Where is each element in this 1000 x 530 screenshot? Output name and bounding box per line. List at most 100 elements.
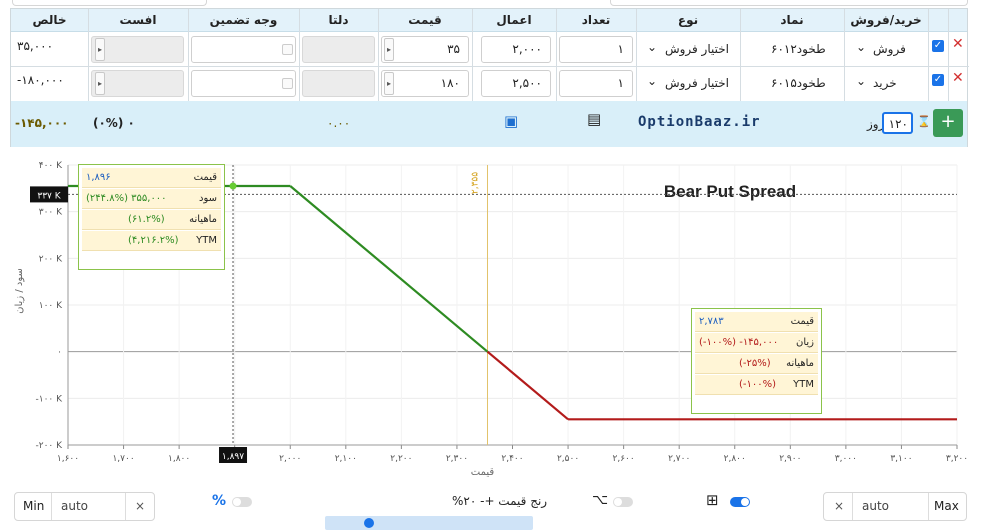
row-enabled-checkbox[interactable]: ✓	[932, 74, 944, 86]
x-tick-label: ۲,۲۰۰	[390, 454, 412, 464]
y-tick-label: ۰	[57, 348, 62, 358]
side-select-value: فروش	[873, 42, 906, 56]
qty-input[interactable]: ۱	[559, 70, 633, 97]
x-tick-label: ۱,۸۰۰	[168, 454, 190, 464]
x-tick-label: ۲,۷۰۰	[668, 454, 690, 464]
tooltip-pl-label: زیان	[795, 337, 814, 348]
min-control: Min auto ×	[14, 492, 155, 521]
tooltip-monthly: (-۲۵%)	[739, 358, 771, 369]
delta-input[interactable]	[302, 36, 375, 63]
min-clear-icon[interactable]: ×	[135, 499, 145, 513]
net-value: ۳۵,۰۰۰	[17, 39, 54, 53]
grid-toggle[interactable]	[730, 497, 750, 507]
price-spinner[interactable]: ▸	[384, 38, 394, 61]
cursor-x-label: ۱,۸۹۷	[222, 452, 244, 462]
tooltip-ytm: (-۱۰۰%)	[739, 379, 777, 390]
net-total: -۱۴۵,۰۰۰	[15, 116, 69, 130]
y-tick-label: ۱۰۰ K	[39, 301, 63, 311]
range-slider-thumb[interactable]	[364, 518, 374, 528]
symbol-value: طخود۶۰۱۲	[771, 42, 826, 56]
delete-row-icon[interactable]: ✕	[952, 70, 964, 86]
max-control: × auto Max	[823, 492, 967, 521]
x-tick-label: ۲,۸۰۰	[724, 454, 746, 464]
positions-table: خالص افست وجه تضمین دلتا قیمت اعمال تعدا…	[10, 8, 969, 147]
theta-spinner[interactable]: ▸	[95, 72, 105, 95]
theta-spinner[interactable]: ▸	[95, 38, 105, 61]
x-tick-label: ۲,۶۰۰	[613, 454, 635, 464]
summary-row: -۱۴۵,۰۰۰ (۰%) ۰ ۰.۰۰ ▣ ▤ OptionBaaz.ir ر…	[11, 101, 967, 147]
break-even-label: ۲,۳۵۵	[470, 172, 480, 194]
row-enabled-checkbox[interactable]: ✓	[932, 40, 944, 52]
header-margin: وجه تضمین	[188, 9, 299, 32]
min-label: Min	[23, 499, 45, 513]
range-slider[interactable]	[325, 516, 533, 530]
percent-toggle[interactable]	[232, 497, 252, 507]
brand-text: OptionBaaz.ir	[638, 114, 761, 130]
margin-checkbox[interactable]	[282, 44, 293, 55]
chevron-down-icon: ⌄	[647, 40, 658, 54]
delete-row-icon[interactable]: ✕	[952, 36, 964, 52]
tooltip-monthly-label: ماهیانه	[786, 358, 814, 369]
x-tick-label: ۲,۰۰۰	[279, 454, 301, 464]
type-select-value: اختیار فروش	[664, 76, 729, 90]
symbol-value: طخود۶۰۱۵	[771, 76, 826, 90]
y-tick-label: ۴۰۰ K	[39, 161, 63, 171]
price-spinner[interactable]: ▸	[384, 72, 394, 95]
strike-input[interactable]: ۲,۵۰۰	[481, 70, 551, 97]
y-tick-label: ۳۰۰ K	[39, 208, 63, 218]
price-input[interactable]: ۳۵	[381, 36, 469, 63]
tooltip-monthly-label: ماهیانه	[189, 214, 217, 225]
margin-input[interactable]	[191, 36, 296, 63]
header-side: خرید/فروش	[844, 9, 928, 32]
days-input[interactable]: ۱۲۰	[882, 112, 913, 134]
y-tick-label: -۱۰۰ K	[35, 394, 63, 404]
x-tick-label: ۳,۱۰۰	[890, 454, 912, 464]
header-symbol: نماد	[740, 9, 844, 32]
header-net: خالص	[11, 9, 88, 32]
max-input[interactable]: auto	[862, 499, 889, 513]
price-input[interactable]: ۱۸۰	[381, 70, 469, 97]
header-type: نوع	[636, 9, 740, 32]
report-icon[interactable]: ▤	[587, 110, 601, 128]
x-tick-label: ۲,۳۰۰	[446, 454, 468, 464]
tooltip-pl: (-۱۰۰%) -۱۴۵,۰۰۰	[699, 337, 779, 348]
payoff-segment	[486, 350, 569, 421]
y-axis-label: سود / زیان	[14, 268, 25, 314]
range-label: رنج قیمت +- ۲۰%	[452, 494, 548, 508]
min-input[interactable]: auto	[61, 499, 88, 513]
type-select[interactable]: اختیار فروش	[651, 76, 729, 90]
percent-total: (۰%) ۰	[93, 116, 135, 130]
type-select[interactable]: اختیار فروش	[651, 42, 729, 56]
margin-input[interactable]	[191, 70, 296, 97]
add-row-button[interactable]: +	[933, 109, 963, 137]
chevron-down-icon: ⌄	[856, 40, 867, 54]
x-tick-label: ۱,۷۰۰	[112, 454, 134, 464]
header-theta: افست	[88, 9, 188, 32]
cursor-y-label: ۳۳۷ K	[37, 191, 61, 201]
net-value: -۱۸۰,۰۰۰	[17, 73, 64, 87]
x-axis-label: قیمت	[471, 467, 495, 478]
header-price: قیمت	[378, 9, 472, 32]
top-box-right	[610, 0, 968, 6]
x-tick-label: ۳,۰۰۰	[835, 454, 857, 464]
curve-toggle[interactable]	[613, 497, 633, 507]
margin-checkbox[interactable]	[282, 78, 293, 89]
tooltip-pl-label: سود	[199, 193, 217, 204]
payment-icon[interactable]: ▣	[504, 112, 518, 130]
delta-total: ۰.۰۰	[327, 116, 351, 130]
tooltip-price-label: قیمت	[193, 172, 217, 183]
tooltip-ytm-label: YTM	[196, 235, 217, 246]
side-select[interactable]: خرید	[873, 76, 897, 90]
cursor-point	[229, 182, 237, 190]
type-select-value: اختیار فروش	[664, 42, 729, 56]
y-tick-label: -۲۰۰ K	[35, 441, 63, 451]
strike-input[interactable]: ۲,۰۰۰	[481, 36, 551, 63]
side-select[interactable]: فروش	[873, 42, 906, 56]
x-tick-label: ۲,۱۰۰	[335, 454, 357, 464]
percent-icon: %	[212, 493, 227, 509]
delta-input[interactable]	[302, 70, 375, 97]
max-clear-icon[interactable]: ×	[834, 499, 844, 513]
hourglass-icon: ⌛	[917, 115, 931, 128]
qty-input[interactable]: ۱	[559, 36, 633, 63]
x-tick-label: ۲,۴۰۰	[501, 454, 523, 464]
